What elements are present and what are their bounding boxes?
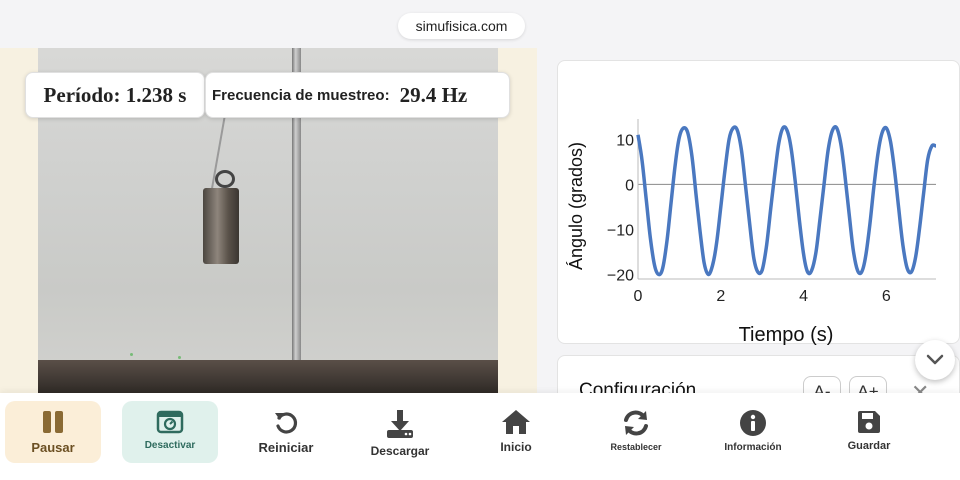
url-bar[interactable]: simufisica.com <box>398 13 525 39</box>
pendulum-weight <box>203 188 239 264</box>
wall-speck <box>178 356 181 359</box>
save-label: Guardar <box>847 440 891 452</box>
pendulum-hook <box>215 170 235 188</box>
home-icon <box>502 410 530 434</box>
x-tick-label: 2 <box>716 288 725 305</box>
period-value: Período: 1.238 s <box>43 82 187 107</box>
chart-card: 0 2 4 6 10 0 −10 −20 Tiempo (s) Ángulo (grados) <box>557 60 960 346</box>
pause-label: Pausar <box>31 440 75 455</box>
bottom-toolbar: Pausar Desactivar Reiniciar Descargar In… <box>0 393 960 480</box>
scroll-down-button[interactable] <box>915 340 955 380</box>
x-tick-label: 4 <box>799 288 808 305</box>
browser-top-bar: simufisica.com <box>0 0 960 48</box>
y-axis-label: Ángulo (grados) <box>566 142 586 270</box>
chevron-down-icon <box>926 354 944 365</box>
x-tick-label: 0 <box>634 288 643 305</box>
pause-icon <box>43 411 63 433</box>
x-axis-label: Tiempo (s) <box>739 324 834 345</box>
camera-icon <box>156 410 184 434</box>
deactivate-camera-button[interactable]: Desactivar <box>122 401 218 463</box>
undo-icon <box>275 412 298 434</box>
restart-button[interactable]: Reiniciar <box>238 401 334 463</box>
y-tick-label: 10 <box>616 132 634 149</box>
pause-button[interactable]: Pausar <box>5 401 101 463</box>
information-label: Información <box>724 442 782 453</box>
refresh-icon <box>624 410 648 436</box>
reset-button[interactable]: Restablecer <box>588 401 684 463</box>
info-icon <box>740 410 766 436</box>
home-label: Inicio <box>500 440 532 454</box>
sample-rate-readout: Frecuencia de muestreo: 29.4 Hz <box>205 72 510 118</box>
angle-series-line <box>636 125 937 277</box>
angle-time-chart: 0 2 4 6 10 0 −10 −20 Tiempo (s) Ángulo (grados) <box>566 119 937 346</box>
sample-rate-value: 29.4 Hz <box>399 82 468 107</box>
period-readout: Período: 1.238 s <box>25 72 205 118</box>
y-tick-label: −20 <box>607 267 634 284</box>
reset-label: Restablecer <box>610 442 662 452</box>
deactivate-label: Desactivar <box>144 440 196 451</box>
table-surface <box>38 360 498 393</box>
x-tick-label: 6 <box>882 288 891 305</box>
restart-label: Reiniciar <box>258 440 314 455</box>
wall-speck <box>130 353 133 356</box>
download-icon <box>387 410 413 438</box>
save-button[interactable]: Guardar <box>821 401 917 463</box>
download-label: Descargar <box>370 444 430 458</box>
app-window: simufisica.com Período: 1.238 s Frecuenc… <box>0 0 960 480</box>
y-tick-label: 0 <box>625 177 634 194</box>
information-button[interactable]: Información <box>705 401 801 463</box>
home-button[interactable]: Inicio <box>468 401 564 463</box>
download-button[interactable]: Descargar <box>352 401 448 463</box>
y-tick-label: −10 <box>607 222 634 239</box>
save-icon <box>858 411 880 433</box>
sample-rate-label: Frecuencia de muestreo: <box>212 86 390 104</box>
